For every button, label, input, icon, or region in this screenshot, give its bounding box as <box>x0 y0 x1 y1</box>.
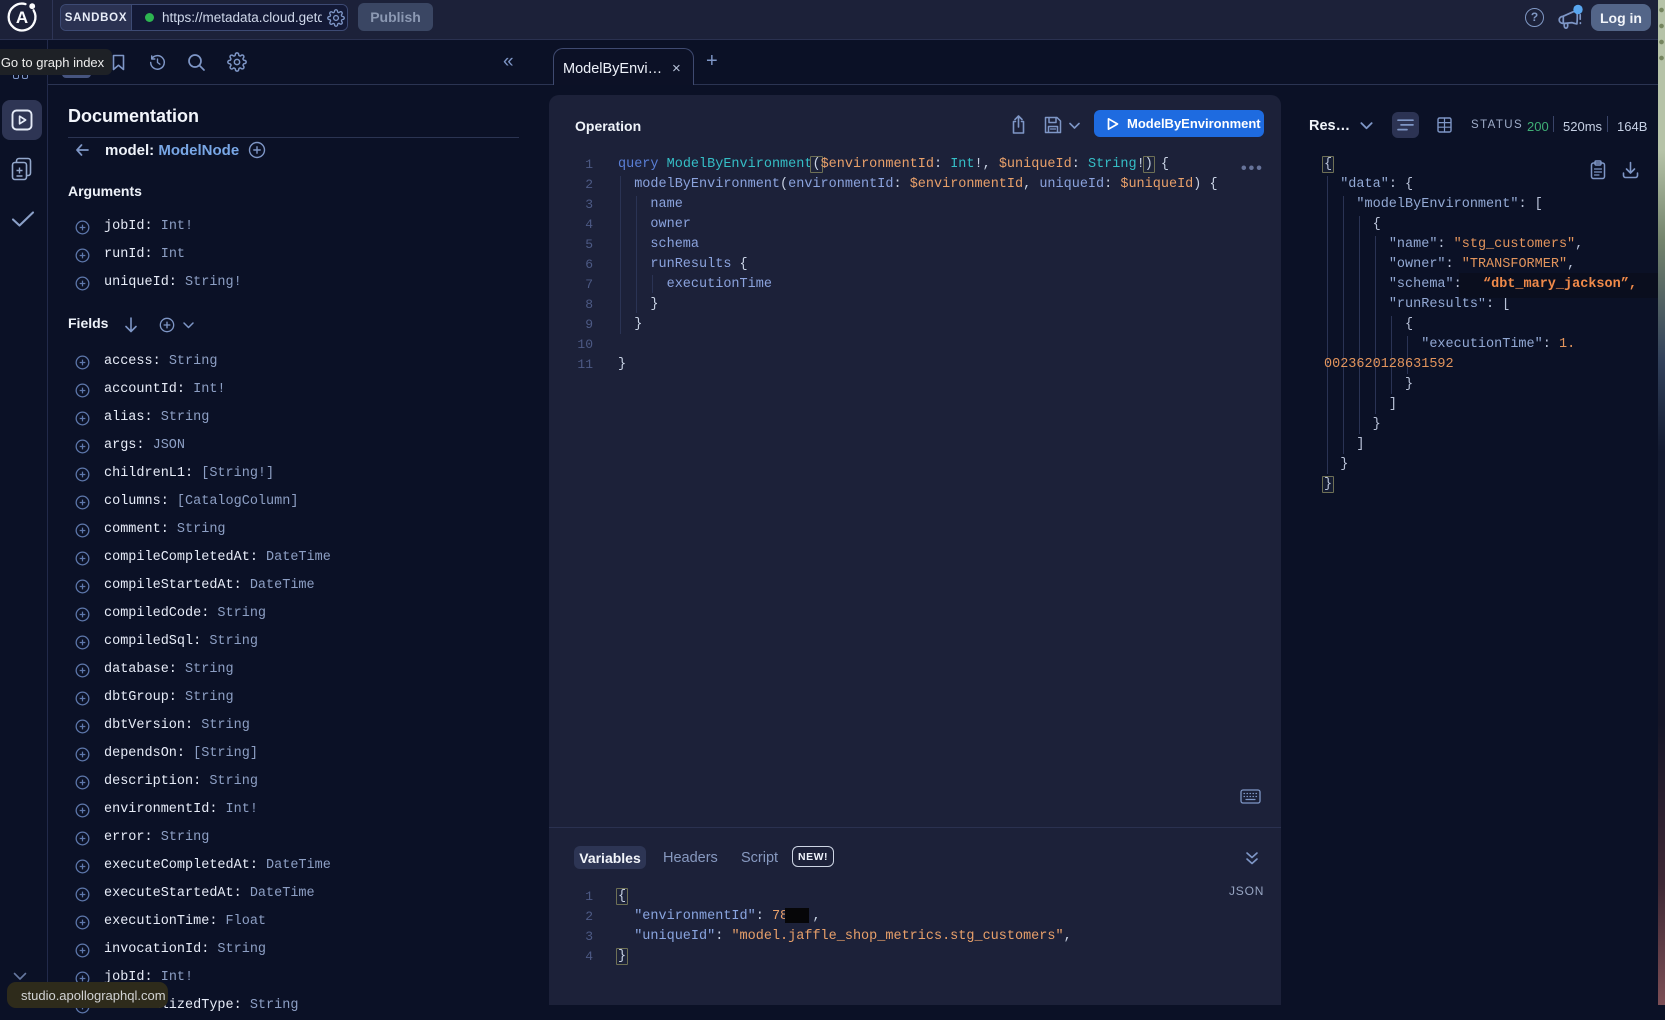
svg-text:A: A <box>16 8 28 27</box>
